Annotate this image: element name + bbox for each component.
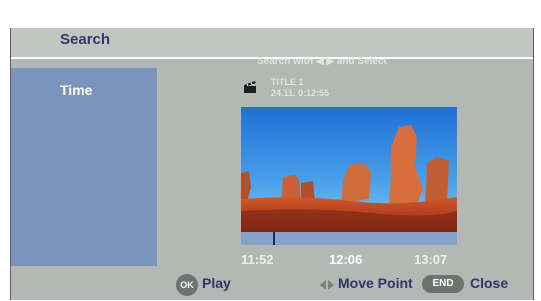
time-prev: 11:52 (241, 252, 274, 267)
page-title: Search (60, 31, 111, 48)
left-right-arrows-icon (320, 280, 334, 290)
canyon-thumbnail (241, 107, 457, 232)
caption-strip (0, 0, 541, 28)
time-current: 12:06 (329, 252, 363, 267)
title-name: TITLE 1 (271, 77, 304, 87)
title-date: 24.11. 0:12:55 (271, 88, 330, 98)
end-key-button[interactable]: END (422, 275, 464, 293)
search-hint: Search with ◀ ▶ and Select (257, 56, 387, 67)
timeline-bar[interactable] (241, 232, 457, 245)
menu-item-time[interactable]: Time (60, 82, 92, 98)
side-menu: Time (11, 68, 157, 266)
move-point-label: Move Point (338, 275, 413, 291)
time-next: 13:07 (414, 252, 448, 267)
ok-key-icon[interactable]: OK (176, 274, 198, 296)
close-label: Close (470, 275, 509, 291)
header-bar: Search (11, 28, 533, 59)
search-panel: Search Time Search with ◀ ▶ and Select T… (10, 28, 534, 300)
clapperboard-icon (244, 81, 256, 93)
position-marker[interactable] (273, 232, 275, 245)
play-label: Play (202, 275, 231, 291)
footer-bar: OK Play Move Point END Close (11, 269, 533, 300)
